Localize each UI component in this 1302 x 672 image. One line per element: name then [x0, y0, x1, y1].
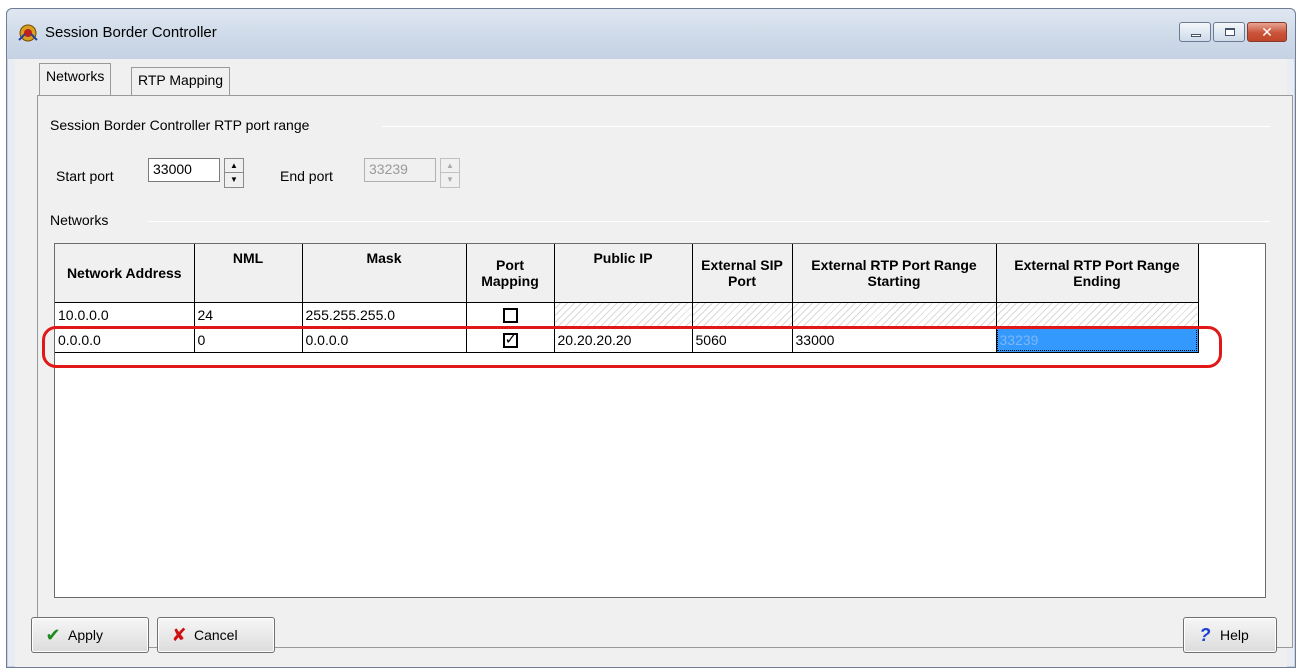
rtp-range-group-label: Session Border Controller RTP port range: [50, 117, 310, 133]
spin-down-icon[interactable]: ▼: [225, 173, 243, 187]
maximize-icon: [1225, 28, 1235, 36]
cell-sip-port: [692, 302, 793, 328]
cell-network-address[interactable]: 0.0.0.0: [55, 327, 195, 353]
cell-mask[interactable]: 0.0.0.0: [302, 327, 467, 353]
rtp-range-divider: [382, 126, 1270, 127]
cancel-icon: ✘: [171, 624, 187, 645]
cell-rtp-end: [996, 302, 1199, 328]
apply-button-label: Apply: [68, 627, 104, 643]
client-area: Networks RTP Mapping Session Border Cont…: [15, 59, 1293, 667]
checkmark-icon: ✓: [504, 330, 518, 348]
table-row[interactable]: 10.0.0.0 24 255.255.255.0: [55, 302, 1199, 328]
cell-rtp-start: [792, 302, 997, 328]
column-header-mask[interactable]: Mask: [302, 244, 467, 303]
tab-networks[interactable]: Networks: [39, 63, 112, 95]
cell-public-ip[interactable]: 20.20.20.20: [554, 327, 693, 353]
networks-tab-page: Session Border Controller RTP port range…: [37, 95, 1293, 648]
help-icon: ?: [1199, 624, 1211, 645]
cell-network-address[interactable]: 10.0.0.0: [55, 302, 195, 328]
cell-nml[interactable]: 0: [194, 327, 303, 353]
cell-port-mapping[interactable]: ✓: [466, 327, 555, 353]
cell-rtp-end[interactable]: 33239: [996, 327, 1199, 353]
column-header-nml[interactable]: NML: [194, 244, 303, 303]
column-header-network-address[interactable]: Network Address: [55, 244, 195, 303]
cell-sip-port[interactable]: 5060: [692, 327, 793, 353]
tab-rtp-mapping[interactable]: RTP Mapping: [131, 67, 231, 95]
column-header-rtp-range-ending[interactable]: External RTP Port Range Ending: [996, 244, 1199, 303]
cancel-button-label: Cancel: [194, 627, 238, 643]
close-icon: ✕: [1261, 24, 1273, 40]
spin-up-icon[interactable]: ▲: [225, 159, 243, 173]
networks-group-label: Networks: [50, 212, 109, 228]
end-port-spinner: ▲ ▼: [440, 158, 460, 188]
window-title: Session Border Controller: [45, 24, 217, 41]
apply-button[interactable]: ✔ Apply: [31, 617, 149, 653]
start-port-input[interactable]: 33000: [148, 158, 220, 182]
app-window: Session Border Controller ✕ Networks RTP…: [6, 8, 1296, 668]
end-port-label: End port: [280, 168, 333, 184]
help-button-label: Help: [1220, 627, 1249, 643]
check-icon: ✔: [45, 624, 61, 645]
start-port-label: Start port: [56, 168, 114, 184]
end-port-input: 33239: [364, 158, 436, 182]
cell-port-mapping[interactable]: [466, 302, 555, 328]
spin-up-icon: ▲: [441, 159, 459, 173]
title-bar[interactable]: Session Border Controller ✕: [7, 9, 1295, 59]
maximize-button[interactable]: [1213, 22, 1245, 42]
column-header-external-sip-port[interactable]: External SIP Port: [692, 244, 793, 303]
help-button[interactable]: ? Help: [1183, 617, 1277, 653]
networks-divider: [148, 221, 1270, 222]
port-mapping-checkbox[interactable]: ✓: [502, 330, 518, 348]
table-row[interactable]: 0.0.0.0 0 0.0.0.0 ✓ 20.20.20.20 5060 330…: [55, 327, 1199, 353]
networks-grid[interactable]: Network Address NML Mask Port Mapping Pu…: [54, 243, 1266, 598]
column-header-public-ip[interactable]: Public IP: [554, 244, 693, 303]
cell-mask[interactable]: 255.255.255.0: [302, 302, 467, 328]
app-icon: [18, 24, 38, 42]
start-port-spinner[interactable]: ▲ ▼: [224, 158, 244, 188]
cell-public-ip: [554, 302, 693, 328]
minimize-icon: [1191, 34, 1201, 37]
column-header-port-mapping[interactable]: Port Mapping: [466, 244, 555, 303]
column-header-rtp-range-starting[interactable]: External RTP Port Range Starting: [792, 244, 997, 303]
cancel-button[interactable]: ✘ Cancel: [157, 617, 275, 653]
minimize-button[interactable]: [1179, 22, 1211, 42]
spin-down-icon: ▼: [446, 175, 454, 184]
port-mapping-checkbox[interactable]: [502, 307, 518, 323]
cell-nml[interactable]: 24: [194, 302, 303, 328]
cell-rtp-start[interactable]: 33000: [792, 327, 997, 353]
close-button[interactable]: ✕: [1247, 22, 1287, 42]
